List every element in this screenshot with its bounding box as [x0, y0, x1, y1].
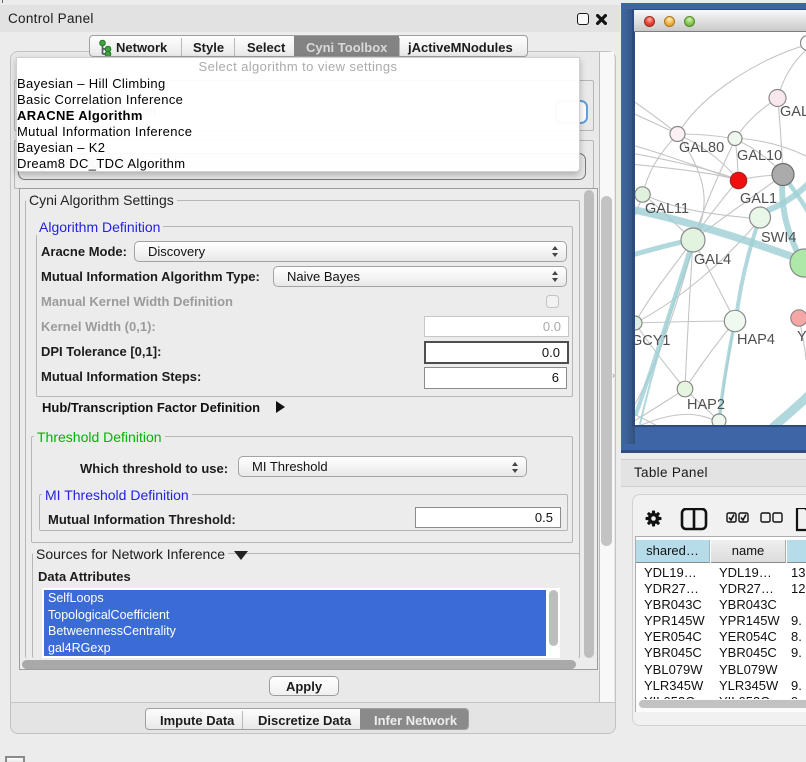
- svg-text:GAL11: GAL11: [645, 201, 689, 217]
- svg-text:Y: Y: [797, 329, 806, 345]
- svg-text:SWI4: SWI4: [761, 230, 796, 246]
- svg-text:HAP2: HAP2: [687, 397, 725, 413]
- svg-text:GAL10: GAL10: [737, 148, 782, 164]
- svg-text:GAL4: GAL4: [694, 252, 731, 268]
- svg-text:HAP4: HAP4: [737, 332, 775, 348]
- svg-text:GAL7: GAL7: [780, 104, 806, 120]
- svg-text:GCY1: GCY1: [635, 333, 671, 349]
- svg-text:GAL1: GAL1: [740, 191, 777, 207]
- svg-text:GAL80: GAL80: [679, 140, 724, 156]
